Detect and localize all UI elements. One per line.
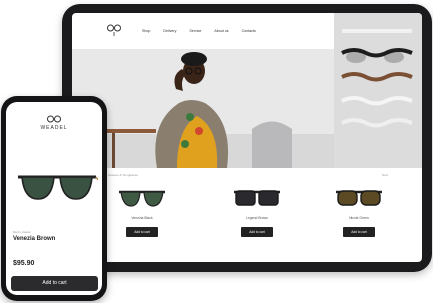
nav-about-us[interactable]: About us	[214, 29, 228, 33]
main-nav: Shop Delivery Service About us Contacts	[142, 29, 302, 33]
glasses-display-photo	[334, 13, 422, 168]
logo-glasses-icon	[47, 115, 61, 123]
tablet-device: Shop Delivery Service About us Contacts	[62, 4, 432, 272]
product-name: Venezia Black	[131, 216, 153, 220]
phone-product-name: Venezia Brown	[13, 236, 56, 242]
product-name: Nicole Green	[349, 216, 369, 220]
phone-device: WEADEL Men's classic Venezia Brown $95.9…	[1, 96, 107, 301]
logo-glasses-icon	[107, 24, 121, 36]
phone-category: Men's classic	[13, 230, 31, 234]
sunglasses-icon	[119, 190, 165, 207]
nav-contacts[interactable]: Contacts	[242, 29, 256, 33]
sunglasses-icon	[18, 175, 99, 200]
sunglasses-icon	[336, 190, 382, 206]
catalog-pager[interactable]: Next	[382, 173, 388, 177]
phone-product-image	[16, 170, 99, 209]
add-to-cart-button[interactable]: Add to cart	[241, 227, 273, 237]
phone-logo[interactable]	[46, 112, 62, 123]
product-card[interactable]: Venezia Black Add to cart	[102, 187, 182, 238]
nav-service[interactable]: Service	[189, 29, 201, 33]
catalog-breadcrumb[interactable]: Glasses & Sunglasses	[108, 173, 138, 177]
sunglasses-icon	[234, 190, 280, 206]
phone-price: $95.90	[13, 260, 35, 267]
nav-delivery[interactable]: Delivery	[163, 29, 176, 33]
tablet-screen: Shop Delivery Service About us Contacts	[72, 13, 422, 262]
add-to-cart-button[interactable]: Add to cart	[126, 227, 158, 237]
add-to-cart-button[interactable]: Add to cart	[11, 276, 98, 291]
add-to-cart-button[interactable]: Add to cart	[343, 227, 375, 237]
hero-photo	[72, 49, 334, 168]
woman-portrait-image	[72, 49, 334, 168]
product-card[interactable]: Legend Brown Add to cart	[217, 187, 297, 238]
phone-screen: WEADEL Men's classic Venezia Brown $95.9…	[6, 102, 102, 295]
product-name: Legend Brown	[246, 216, 268, 220]
site-logo[interactable]	[106, 23, 122, 37]
stacked-glasses-image	[334, 13, 422, 168]
product-card[interactable]: Nicole Green Add to cart	[319, 187, 399, 238]
phone-wordmark: WEADEL	[40, 125, 68, 131]
nav-shop[interactable]: Shop	[142, 29, 150, 33]
